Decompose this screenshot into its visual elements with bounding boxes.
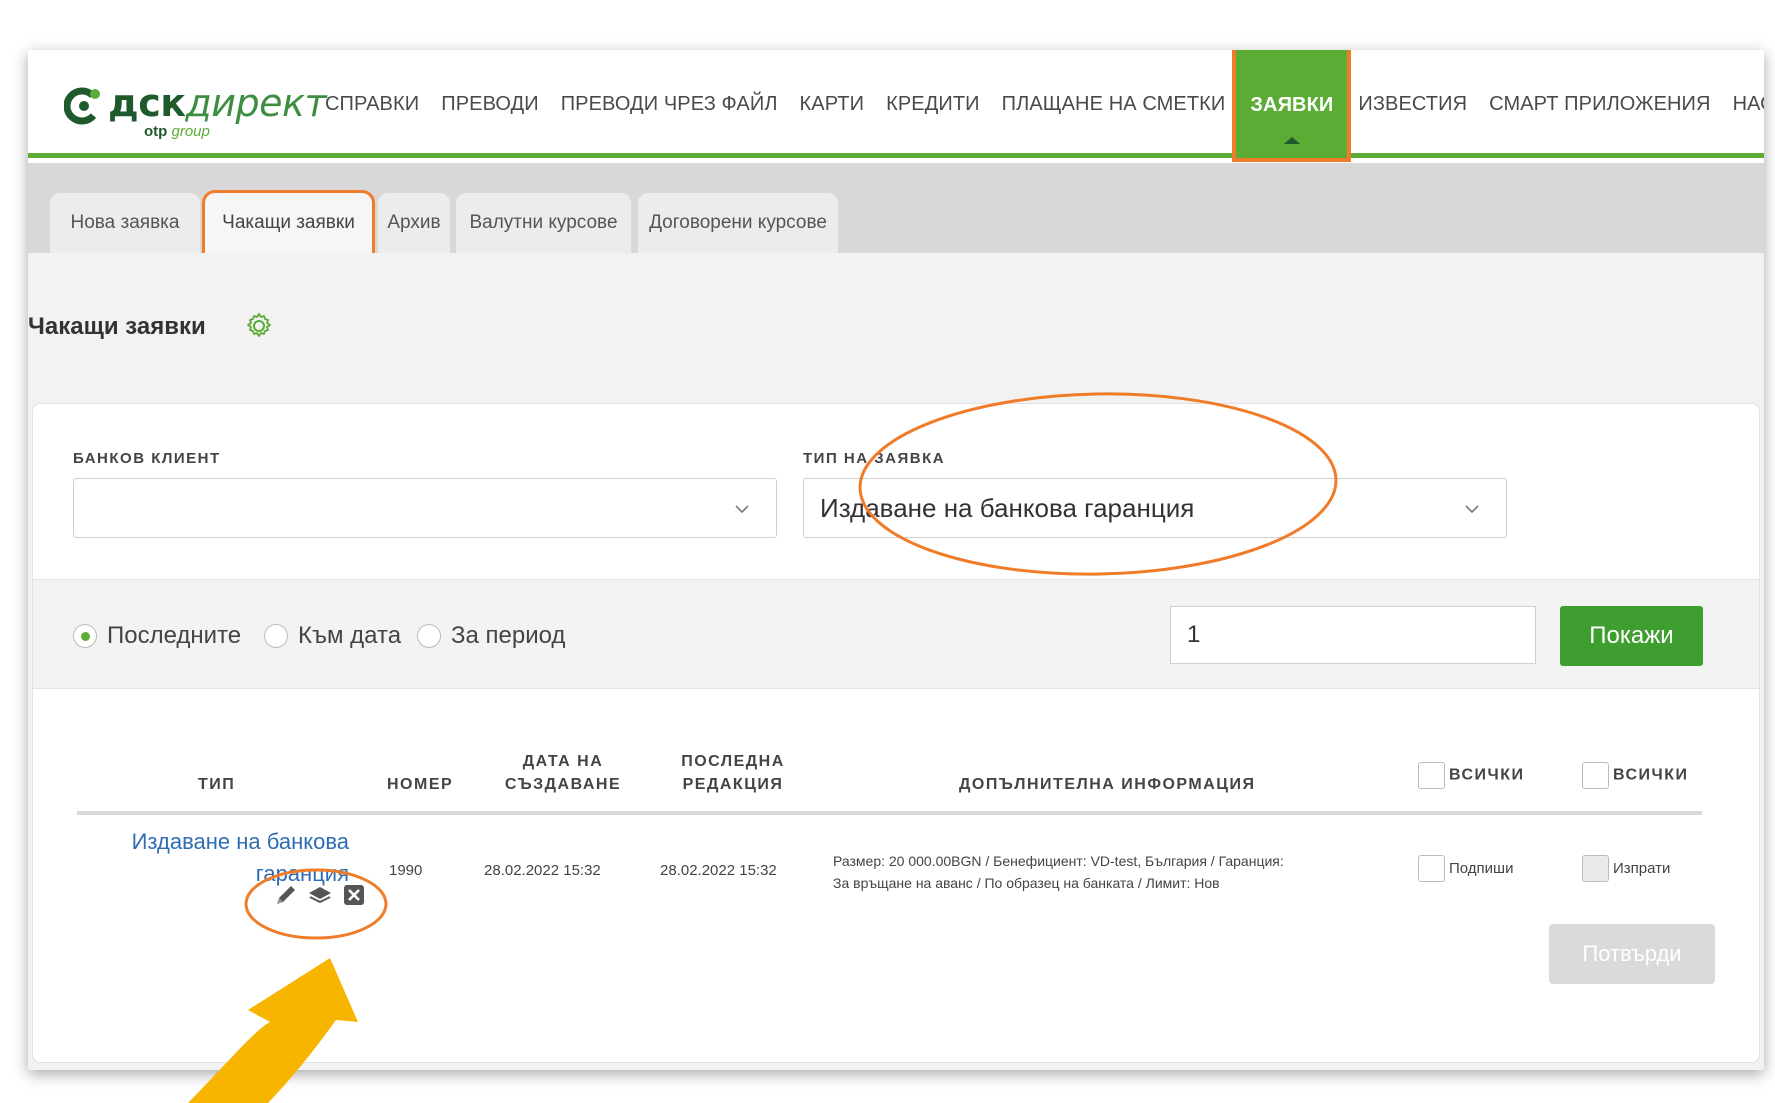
confirm-button[interactable]: Потвърди bbox=[1549, 924, 1715, 984]
send-checkbox-group[interactable]: Изпрати bbox=[1582, 855, 1670, 882]
app-window: дскдирект otp group СПРАВКИ ПРЕВОДИ ПРЕВ… bbox=[28, 50, 1764, 1070]
type-label: ТИП НА ЗАЯВКА bbox=[803, 450, 946, 467]
tab-chakashti-zayavki[interactable]: Чакащи заявки bbox=[202, 190, 375, 256]
col-header-edited-1: ПОСЛЕДНА bbox=[681, 753, 785, 770]
brand-sub: group bbox=[167, 123, 210, 140]
sub-tab-bar: Нова заявка Чакащи заявки Архив Валутни … bbox=[28, 163, 1764, 256]
col-header-info: ДОПЪЛНИТЕЛНА ИНФОРМАЦИЯ bbox=[959, 776, 1256, 793]
nav-item-karti[interactable]: КАРТИ bbox=[789, 50, 876, 158]
radio-poslednite-label: Последните bbox=[107, 622, 242, 649]
dsk-logo-icon bbox=[64, 87, 101, 125]
brand-main: дск bbox=[108, 81, 186, 125]
tab-nova-zayavka[interactable]: Нова заявка bbox=[50, 193, 200, 253]
main-menu: СПРАВКИ ПРЕВОДИ ПРЕВОДИ ЧРЕЗ ФАЙЛ КАРТИ … bbox=[314, 50, 1764, 162]
brand-sub-bold: otp bbox=[144, 123, 168, 140]
layers-icon[interactable] bbox=[307, 882, 333, 908]
radio-dot bbox=[417, 624, 441, 648]
delete-box-icon[interactable] bbox=[341, 882, 367, 908]
request-info: Размер: 20 000.00BGN / Бенефициент: VD-t… bbox=[833, 850, 1284, 894]
sign-checkbox-group[interactable]: Подпиши bbox=[1418, 855, 1513, 882]
nav-item-smart[interactable]: СМАРТ ПРИЛОЖЕНИЯ bbox=[1478, 50, 1721, 158]
select-all-sign-checkbox[interactable] bbox=[1418, 762, 1445, 789]
period-filter-bar: Последните Към дата За период 1 Покажи bbox=[33, 579, 1759, 689]
radio-kam-data[interactable]: Към дата bbox=[264, 622, 401, 650]
nav-item-nastroyki[interactable]: НАСТРОЙКИ bbox=[1722, 50, 1764, 158]
send-checkbox[interactable] bbox=[1582, 855, 1609, 882]
request-created: 28.02.2022 15:32 bbox=[484, 862, 601, 879]
col-header-created-1: ДАТА НА bbox=[522, 753, 604, 770]
active-caret-icon bbox=[1283, 137, 1300, 144]
col-header-type: ТИП bbox=[198, 776, 236, 793]
header-divider bbox=[77, 811, 1702, 815]
select-all-sign[interactable]: всички bbox=[1418, 762, 1525, 789]
tab-valutni-kursove[interactable]: Валутни курсове bbox=[456, 193, 631, 253]
nav-item-spravki[interactable]: СПРАВКИ bbox=[314, 50, 430, 158]
show-button[interactable]: Покажи bbox=[1560, 606, 1703, 666]
brand-italic: директ bbox=[185, 81, 327, 125]
page-content: Чакащи заявки БАНКОВ КЛИЕНТ ТИП НА ЗАЯВК… bbox=[28, 253, 1764, 1070]
request-number: 1990 bbox=[389, 862, 423, 879]
nav-item-prevodi-file[interactable]: ПРЕВОДИ ЧРЕЗ ФАЙЛ bbox=[550, 50, 789, 158]
request-info-line1: Размер: 20 000.00BGN / Бенефициент: VD-t… bbox=[833, 853, 1284, 869]
chevron-down-icon bbox=[735, 505, 749, 514]
client-select[interactable] bbox=[73, 478, 777, 538]
dsk-direct-logo[interactable]: дскдирект otp group bbox=[64, 81, 327, 144]
select-all-send[interactable]: всички bbox=[1582, 762, 1689, 789]
request-info-line2: За връщане на аванс / По образец на банк… bbox=[833, 875, 1220, 891]
pencil-icon[interactable] bbox=[273, 882, 299, 908]
nav-item-prevodi[interactable]: ПРЕВОДИ bbox=[430, 50, 549, 158]
page-title: Чакащи заявки bbox=[28, 313, 206, 340]
radio-za-period[interactable]: За период bbox=[417, 622, 565, 650]
radio-za-period-label: За период bbox=[451, 622, 566, 649]
col-header-edited: ПОСЛЕДНА РЕДАКЦИЯ bbox=[673, 750, 793, 796]
select-all-sign-label: всички bbox=[1449, 766, 1525, 784]
nav-item-plashtane[interactable]: ПЛАЩАНЕ НА СМЕТКИ bbox=[991, 50, 1237, 158]
nav-item-krediti[interactable]: КРЕДИТИ bbox=[875, 50, 991, 158]
nav-item-zayavki-label: ЗАЯВКИ bbox=[1250, 94, 1334, 116]
col-header-number: НОМЕР bbox=[387, 776, 454, 793]
select-all-send-checkbox[interactable] bbox=[1582, 762, 1609, 789]
tab-dogovoreni-kursove[interactable]: Договорени курсове bbox=[638, 193, 838, 253]
tab-arhiv[interactable]: Архив bbox=[378, 193, 450, 253]
top-navigation: дскдирект otp group СПРАВКИ ПРЕВОДИ ПРЕВ… bbox=[28, 50, 1764, 162]
col-header-edited-2: РЕДАКЦИЯ bbox=[682, 776, 784, 793]
type-select-value: Издаване на банкова гаранция bbox=[820, 492, 1195, 523]
request-type-line1: Издаване на банкова bbox=[131, 829, 349, 854]
send-label: Изпрати bbox=[1613, 860, 1671, 877]
chevron-down-icon bbox=[1465, 505, 1479, 514]
radio-dot bbox=[73, 624, 97, 648]
sign-label: Подпиши bbox=[1449, 860, 1514, 877]
gear-icon[interactable] bbox=[244, 311, 274, 341]
col-header-created-2: СЪЗДАВАНЕ bbox=[504, 776, 622, 793]
row-actions bbox=[273, 882, 367, 908]
request-edited: 28.02.2022 15:32 bbox=[660, 862, 777, 879]
radio-dot bbox=[264, 624, 288, 648]
count-input[interactable]: 1 bbox=[1170, 606, 1536, 664]
filter-card: БАНКОВ КЛИЕНТ ТИП НА ЗАЯВКА Издаване на … bbox=[32, 403, 1760, 1063]
select-all-send-label: всички bbox=[1613, 766, 1689, 784]
nav-item-izvestiya[interactable]: ИЗВЕСТИЯ bbox=[1347, 50, 1478, 158]
col-header-created: ДАТА НА СЪЗДАВАНЕ bbox=[503, 750, 623, 796]
nav-item-zayavki[interactable]: ЗАЯВКИ bbox=[1232, 50, 1352, 162]
client-label: БАНКОВ КЛИЕНТ bbox=[73, 450, 221, 467]
request-type-link[interactable]: Издаване на банкова гаранция bbox=[93, 826, 349, 890]
radio-poslednite[interactable]: Последните bbox=[73, 622, 241, 650]
radio-kam-data-label: Към дата bbox=[298, 622, 402, 649]
sign-checkbox[interactable] bbox=[1418, 855, 1445, 882]
type-select[interactable]: Издаване на банкова гаранция bbox=[803, 478, 1507, 538]
